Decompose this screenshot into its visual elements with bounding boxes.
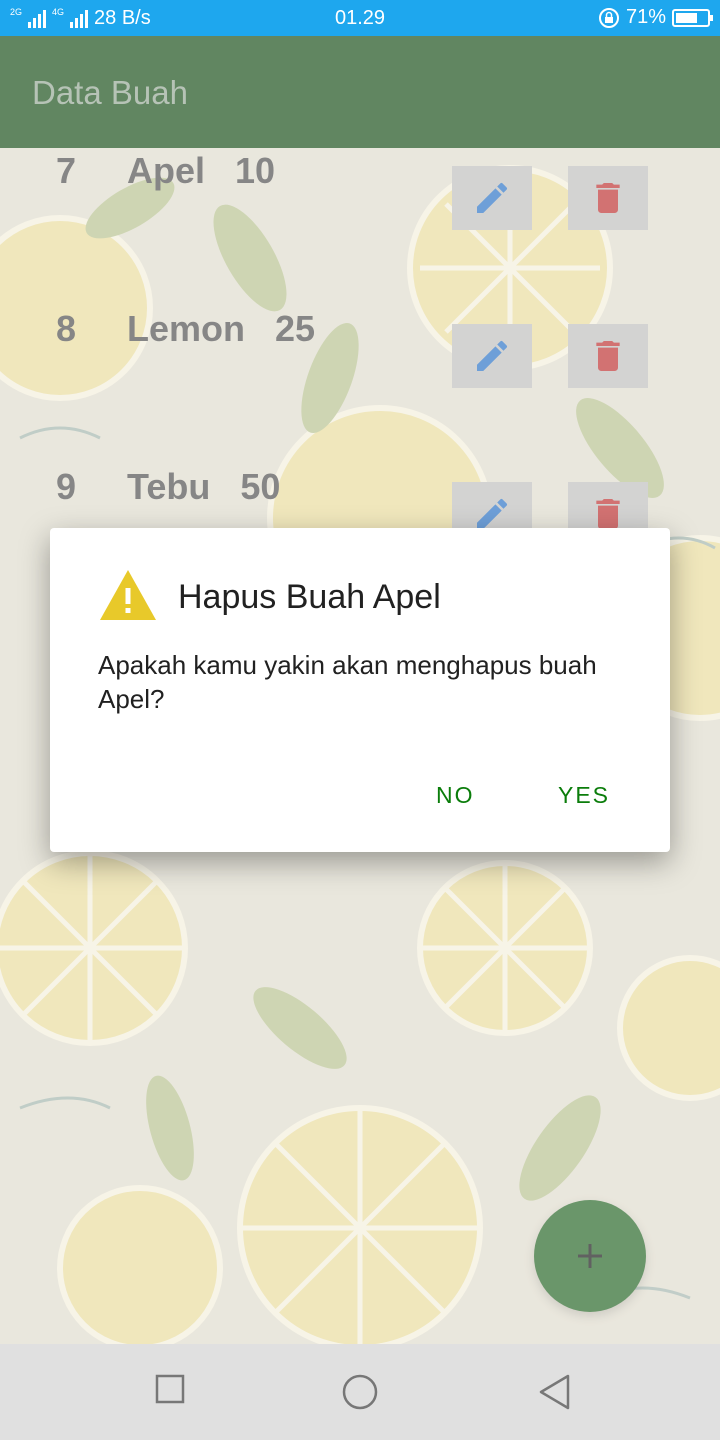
navigation-bar: [0, 1344, 720, 1440]
warning-icon: [100, 570, 156, 620]
circle-icon[interactable]: [341, 1373, 379, 1411]
status-bar: 2G 4G 28 B/s 01.29 71%: [0, 0, 720, 36]
delete-confirm-dialog: Hapus Buah Apel Apakah kamu yakin akan m…: [50, 528, 670, 852]
battery-icon: [672, 8, 713, 27]
dialog-title: Hapus Buah Apel: [178, 578, 441, 616]
yes-button[interactable]: YES: [558, 782, 610, 809]
triangle-back-icon[interactable]: [538, 1374, 570, 1410]
rotation-lock-icon: [598, 7, 619, 28]
battery-percent: 71%: [625, 6, 666, 28]
no-button[interactable]: NO: [436, 782, 475, 809]
dialog-message: Apakah kamu yakin akan menghapus buah Ap…: [98, 650, 597, 714]
square-icon[interactable]: [155, 1374, 185, 1404]
status-right: 71%: [598, 6, 713, 29]
